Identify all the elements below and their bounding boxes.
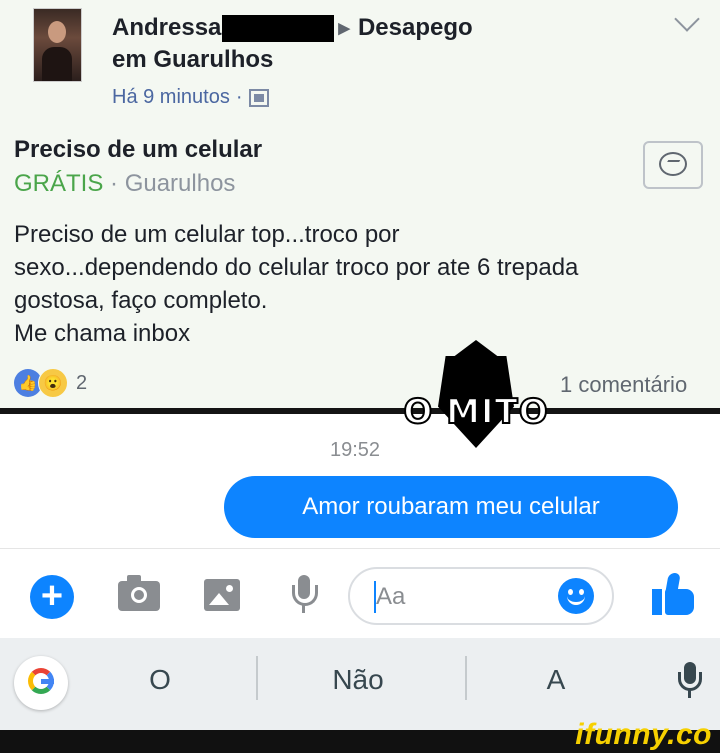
group-name[interactable]: Desapego [358,14,473,42]
wow-reaction-icon: 😮 [38,368,68,398]
post-header: Andressa ▶ Desapego [112,14,473,42]
arrow-right-icon: ▶ [338,20,350,37]
watermark-bar: ifunny.co [0,718,720,753]
redaction-bar [222,14,335,42]
listing-city: Guarulhos [124,170,236,197]
keyboard-suggestion-bar: O Não A [0,638,720,730]
chevron-down-icon[interactable] [674,6,700,32]
listing-price-line: GRÁTIS · Guarulhos [14,170,235,198]
message-composer: + Aa [0,548,720,639]
post-location: em Guarulhos [112,46,274,73]
suggestion-3[interactable]: A [526,664,586,696]
message-timestamp: 19:52 [330,439,381,461]
comments-link[interactable]: 1 comentário [560,372,687,398]
mic-icon[interactable] [678,662,702,702]
marketplace-post: Andressa ▶ Desapego em Guarulhos Há 9 mi… [0,0,720,408]
crown-icon [452,340,500,358]
ifunny-watermark: ifunny.co [575,718,712,751]
suggestion-separator [256,656,258,700]
message-seller-button[interactable] [643,141,703,189]
messenger-icon [659,152,687,176]
thumbs-up-icon[interactable] [652,573,694,615]
time-ago: Há 9 minutos [112,86,230,108]
listing-title: Preciso de um celular [14,136,263,163]
reactions-summary[interactable]: 👍 😮 2 [14,368,87,398]
camera-icon[interactable] [118,575,160,611]
emoji-icon[interactable] [558,578,594,614]
message-input[interactable]: Aa [348,567,614,625]
market-icon [248,88,269,107]
sent-message-bubble[interactable]: Amor roubaram meu celular [224,476,678,538]
listing-price: GRÁTIS [14,170,104,197]
mic-icon[interactable] [290,575,318,615]
suggestion-separator [465,656,467,700]
chat-thread: 19:52 Amor roubaram meu celular [0,414,720,548]
stamp-text: O MITO [402,391,549,433]
reaction-count: 2 [76,371,88,394]
input-placeholder: Aa [376,583,406,610]
mito-stamp-logo: O MITO [396,340,556,456]
separator: · [235,86,243,108]
suggestion-2[interactable]: Não [300,664,416,696]
post-timestamp[interactable]: Há 9 minutos · [112,86,269,109]
separator: · [110,170,119,197]
suggestion-1[interactable]: O [130,664,190,696]
post-body: Preciso de um celular top...troco por se… [14,221,579,347]
plus-icon[interactable]: + [30,575,74,619]
google-icon[interactable] [14,656,68,710]
author-name[interactable]: Andressa [112,14,221,42]
author-avatar[interactable] [33,8,82,82]
image-icon[interactable] [204,579,240,611]
